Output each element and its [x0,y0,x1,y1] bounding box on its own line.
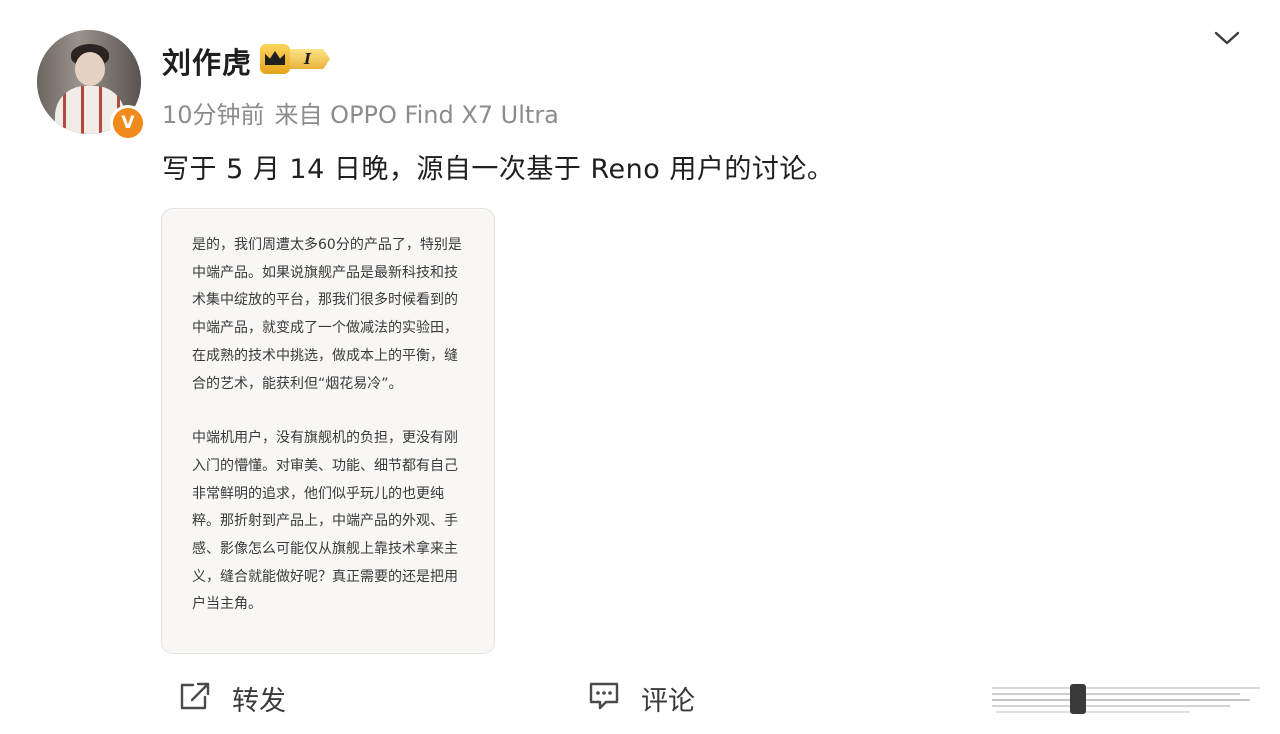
comment-button[interactable]: 评论 [587,670,695,726]
repost-label: 转发 [232,685,286,717]
vip-level: I [304,50,312,68]
share-icon [178,681,212,715]
post-image[interactable]: 是的，我们周遭太多60分的产品了，特别是中端产品。如果说旗舰产品是最新科技和技术… [161,208,495,654]
avatar-face [75,52,105,86]
post-text: 写于 5 月 14 日晚，源自一次基于 Reno 用户的讨论。 [162,154,835,185]
comment-label: 评论 [641,685,695,717]
verified-badge: V [110,105,146,141]
vip-badge[interactable]: I [260,44,334,74]
crown-icon [265,51,285,65]
post-time: 10分钟前 [162,101,265,129]
weibo-post: V 刘作虎 I 10分钟前 来自 OPPO Find X7 Ultra 写于 5 … [0,0,1280,734]
repost-button[interactable]: 转发 [178,670,286,726]
crown-icon-box [260,44,290,74]
like-icon[interactable] [990,670,1270,726]
username[interactable]: 刘作虎 [162,40,252,82]
post-source[interactable]: 来自 OPPO Find X7 Ultra [275,101,559,129]
post-meta: 10分钟前 来自 OPPO Find X7 Ultra [162,95,559,130]
image-paragraph-1: 是的，我们周遭太多60分的产品了，特别是中端产品。如果说旗舰产品是最新科技和技术… [192,237,462,392]
image-paragraph-2: 中端机用户，没有旗舰机的负担，更没有刚入门的懵懂。对审美、功能、细节都有自己非常… [192,430,458,613]
action-bar: 转发 评论 [0,670,1280,726]
chevron-down-icon[interactable] [1212,26,1242,50]
comment-icon [587,680,621,716]
